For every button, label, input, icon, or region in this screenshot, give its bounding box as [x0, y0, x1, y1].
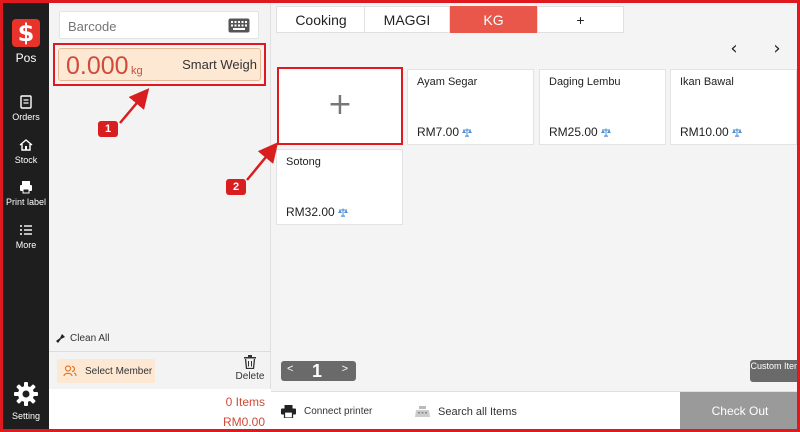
search-all-label: Search all Items — [438, 406, 517, 418]
delete-button[interactable]: Delete — [233, 355, 267, 382]
nav-item-label: Orders — [12, 112, 40, 122]
bottom-bar: Connect printer Search all Items Check O… — [271, 391, 797, 429]
keyboard-icon[interactable] — [228, 18, 250, 33]
nav-item-stock[interactable]: Stock — [3, 138, 49, 165]
nav-item-label: Print label — [5, 197, 47, 207]
custom-item-button[interactable]: Custom Item — [750, 360, 797, 382]
price-text: RM7.00 — [417, 125, 460, 139]
product-name: Sotong — [286, 156, 321, 168]
scale-icon — [462, 128, 473, 137]
product-tile[interactable]: Sotong RM32.00 — [276, 149, 403, 225]
orders-icon — [20, 95, 32, 109]
member-icon — [63, 365, 77, 377]
more-icon — [20, 225, 32, 235]
clean-all-button[interactable]: Clean All — [55, 333, 109, 344]
cart-summary: 0 Items RM0.00 — [49, 389, 271, 429]
pos-logo[interactable]: $ — [12, 19, 40, 47]
gear-icon — [14, 382, 38, 406]
product-name: Daging Lembu — [549, 76, 621, 88]
nav-item-more[interactable]: More — [3, 223, 49, 250]
pager-next-button[interactable]: > — [342, 363, 348, 375]
left-nav: $ Pos Orders Stock Print label More Sett… — [3, 3, 49, 429]
pager-prev-button[interactable]: < — [287, 363, 293, 375]
product-name: Ayam Segar — [417, 76, 478, 88]
annotation-badge-2: 2 — [226, 179, 246, 195]
select-member-label: Select Member — [85, 365, 153, 377]
add-product-tile[interactable]: + — [277, 67, 403, 145]
stock-icon — [19, 139, 33, 151]
nav-item-print-label[interactable]: Print label — [3, 180, 49, 207]
connect-printer-label: Connect printer — [304, 406, 373, 417]
scale-icon — [337, 208, 348, 217]
smart-weigh-display[interactable]: 0.000 kg Smart Weigh — [58, 48, 261, 81]
price-text: RM25.00 — [549, 125, 598, 139]
app-frame: $ Pos Orders Stock Print label More Sett… — [0, 0, 800, 432]
clean-all-label: Clean All — [70, 333, 110, 344]
cart-panel: 0.000 kg Smart Weigh Clean All Select Me… — [49, 3, 271, 429]
smart-weigh-label: Smart Weigh — [182, 57, 257, 72]
print-icon — [20, 181, 32, 194]
delete-label: Delete — [235, 371, 265, 382]
nav-item-orders[interactable]: Orders — [3, 95, 49, 122]
price-text: RM10.00 — [680, 125, 729, 139]
nav-item-setting[interactable]: Setting — [3, 381, 49, 421]
nav-item-label: More — [15, 240, 37, 250]
tab-maggi[interactable]: MAGGI — [364, 6, 450, 33]
product-price: RM10.00 — [680, 125, 742, 139]
pager: < 1 > — [281, 361, 356, 381]
pager-page-number: 1 — [312, 361, 323, 381]
trash-icon — [244, 355, 256, 369]
weight-value: 0.000 — [66, 52, 129, 80]
prev-page-arrow[interactable]: ‹ — [722, 38, 746, 60]
search-all-items-button[interactable]: Search all Items — [415, 406, 517, 418]
product-tile[interactable]: Daging Lembu RM25.00 — [539, 69, 666, 145]
product-area: Cooking MAGGI KG + ‹ › + Ayam Segar RM7.… — [271, 3, 797, 429]
pos-label[interactable]: Pos — [3, 51, 49, 65]
product-price: RM32.00 — [286, 205, 348, 219]
product-tile[interactable]: Ayam Segar RM7.00 — [407, 69, 534, 145]
printer-icon — [281, 405, 296, 418]
product-price: RM7.00 — [417, 125, 473, 139]
tab-cooking[interactable]: Cooking — [276, 6, 366, 33]
cart-total: RM0.00 — [222, 415, 265, 429]
add-tab-button[interactable]: + — [537, 6, 624, 33]
annotation-badge-1: 1 — [98, 121, 118, 137]
connect-printer-button[interactable]: Connect printer — [281, 405, 372, 418]
scale-highlight: 0.000 kg Smart Weigh — [53, 43, 266, 86]
divider — [49, 351, 271, 352]
price-text: RM32.00 — [286, 205, 335, 219]
scale-icon — [731, 128, 742, 137]
barcode-field[interactable] — [59, 11, 259, 39]
select-member-button[interactable]: Select Member — [57, 359, 155, 383]
barcode-input[interactable] — [68, 17, 218, 35]
product-price: RM25.00 — [549, 125, 611, 139]
setting-label: Setting — [11, 411, 41, 421]
scale-icon — [600, 128, 611, 137]
nav-item-label: Stock — [14, 155, 38, 165]
checkout-button[interactable]: Check Out — [680, 392, 797, 429]
product-name: Ikan Bawal — [680, 76, 734, 88]
weight-unit: kg — [131, 65, 143, 77]
plus-icon: + — [327, 87, 353, 122]
items-count: 0 Items — [225, 395, 265, 409]
register-icon — [415, 406, 430, 417]
broom-icon — [56, 334, 65, 343]
next-page-arrow[interactable]: › — [765, 38, 789, 60]
product-tile[interactable]: Ikan Bawal RM10.00 — [670, 69, 797, 145]
tab-kg[interactable]: KG — [450, 6, 537, 33]
